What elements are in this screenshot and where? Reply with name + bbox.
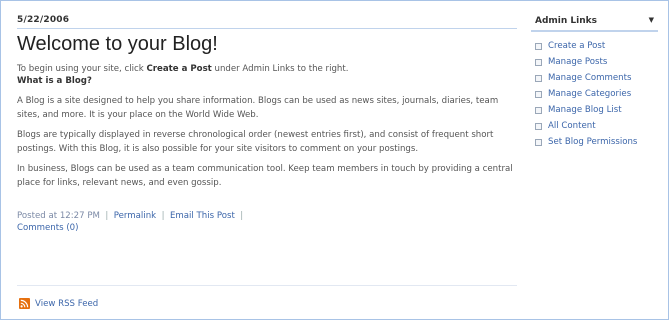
footer-divider [17,285,517,286]
admin-link-label: All Content [548,121,596,131]
admin-link-label: Manage Categories [548,89,632,99]
admin-link-label: Manage Posts [548,57,608,67]
permalink-link[interactable]: Permalink [114,211,156,221]
admin-link-label: Manage Blog List [548,105,622,115]
admin-link-label: Set Blog Permissions [548,137,638,147]
post-paragraph-3: In business, Blogs can be used as a team… [17,164,513,188]
intro-text-before: To begin using your site, click [17,64,147,74]
admin-link-manage-blog-list[interactable]: Manage Blog List [531,102,658,118]
bullet-icon [535,42,542,50]
admin-link-label: Manage Comments [548,73,632,83]
post-title: Welcome to your Blog! [17,33,218,55]
post-footer: Posted at 12:27 PM | Permalink | Email T… [17,211,244,233]
bullet-icon [535,122,542,130]
intro-text-after: under Admin Links to the right. [211,64,349,74]
admin-links-list: Create a Post Manage Posts Manage Commen… [531,38,658,150]
post-intro: To begin using your site, click Create a… [17,62,517,76]
blog-page: 5/22/2006 Welcome to your Blog! To begin… [0,0,669,320]
bullet-icon [535,90,542,98]
bullet-icon [535,58,542,66]
rss-label: View RSS Feed [35,298,99,309]
admin-links-title: Admin Links [535,16,597,26]
admin-link-set-blog-permissions[interactable]: Set Blog Permissions [531,134,658,150]
posted-at: Posted at 12:27 PM [17,211,100,221]
rss-icon [19,298,30,309]
bullet-icon [535,106,542,114]
comments-link[interactable]: Comments (0) [17,223,79,233]
intro-create-post-text: Create a Post [146,64,212,74]
email-post-link[interactable]: Email This Post [170,211,235,221]
admin-links-panel: Admin Links ▼ Create a Post Manage Posts… [531,13,658,150]
admin-links-header[interactable]: Admin Links ▼ [531,13,658,32]
dropdown-arrow-icon[interactable]: ▼ [649,16,654,26]
post-date: 5/22/2006 [17,13,517,29]
admin-link-label: Create a Post [548,41,606,51]
admin-link-manage-categories[interactable]: Manage Categories [531,86,658,102]
admin-link-create-post[interactable]: Create a Post [531,38,658,54]
bullet-icon [535,138,542,146]
post-question: What is a Blog? [17,76,92,86]
admin-link-manage-posts[interactable]: Manage Posts [531,54,658,70]
post-paragraph-2: Blogs are typically displayed in reverse… [17,130,494,154]
bullet-icon [535,74,542,82]
admin-link-manage-comments[interactable]: Manage Comments [531,70,658,86]
admin-link-all-content[interactable]: All Content [531,118,658,134]
rss-feed-link[interactable]: View RSS Feed [19,298,98,309]
post-paragraph-1: A Blog is a site designed to help you sh… [17,96,499,120]
post-main: 5/22/2006 Welcome to your Blog! To begin… [17,13,517,234]
